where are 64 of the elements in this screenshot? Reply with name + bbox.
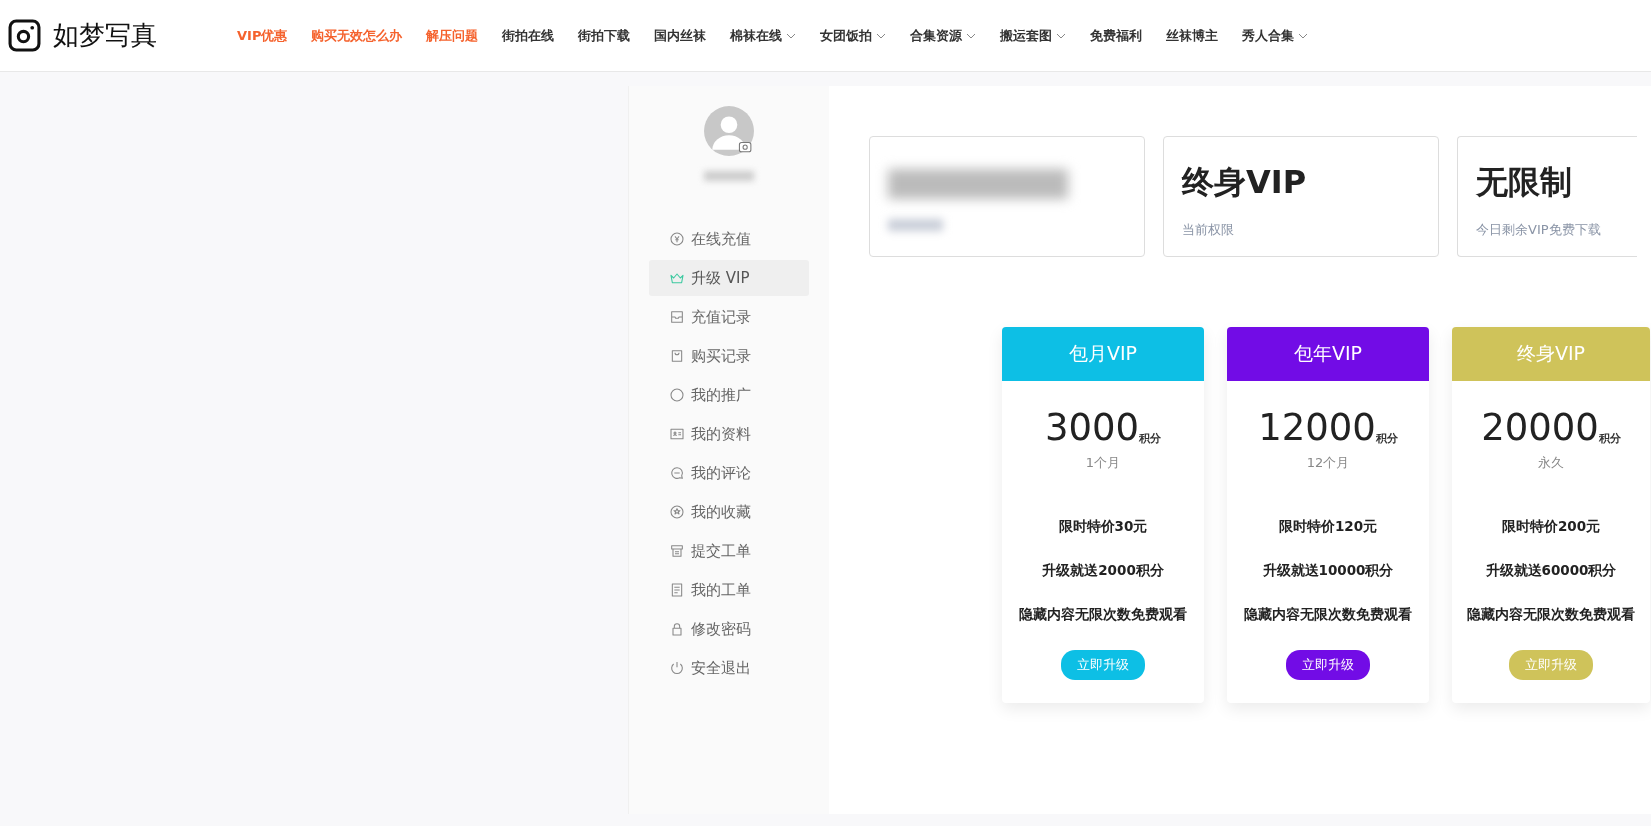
bag-icon (669, 348, 685, 364)
plan-feature: 隐藏内容无限次数免费观看 (1019, 606, 1187, 624)
printer-icon (669, 543, 685, 559)
plan-price: 3000 (1044, 409, 1140, 446)
sidebar-item[interactable]: 我的工单 (649, 572, 809, 608)
nav-link[interactable]: 合集资源 (910, 26, 963, 45)
plan-price: 12000 (1258, 409, 1376, 446)
plan-feature: 限时特价120元 (1278, 518, 1378, 536)
upgrade-button[interactable]: 立即升级 (1286, 650, 1370, 680)
lock-icon (669, 621, 685, 637)
price-unit: 积分 (1375, 432, 1398, 446)
stat-label: 当前权限 (1182, 221, 1235, 239)
nav-link[interactable]: 街拍在线 (502, 26, 555, 45)
sidebar-item[interactable]: 安全退出 (649, 650, 809, 686)
nav-link[interactable]: 解压问题 (426, 26, 479, 45)
sidebar-item[interactable]: 购买记录 (649, 338, 809, 374)
sidebar-item[interactable]: 修改密码 (649, 611, 809, 647)
avatar-icon[interactable] (704, 106, 754, 156)
sidebar-item[interactable]: 我的资料 (649, 416, 809, 452)
nav-link[interactable]: 街拍下载 (578, 26, 631, 45)
sidebar-item[interactable]: 充值记录 (649, 299, 809, 335)
plan-feature: 隐藏内容无限次数免费观看 (1467, 606, 1635, 624)
nav-link[interactable]: 秀人合集 (1242, 26, 1295, 45)
document-icon (669, 582, 685, 598)
plan-feature: 隐藏内容无限次数免费观看 (1244, 606, 1412, 624)
plan-period: 12个月 (1306, 454, 1350, 472)
sidebar-item[interactable]: 我的推广 (649, 377, 809, 413)
plan-title: 包月VIP (1002, 327, 1204, 381)
stat-label: 今日剩余VIP免费下载 (1476, 221, 1602, 239)
plan-feature: 限时特价30元 (1058, 518, 1148, 536)
plan-title: 包年VIP (1227, 327, 1429, 381)
plan-price: 20000 (1481, 409, 1599, 446)
plan-period: 1个月 (1085, 454, 1121, 472)
nav-link[interactable]: 女团饭拍 (820, 26, 873, 45)
nav-link[interactable]: 购买无效怎么办 (311, 26, 403, 45)
plan-feature: 升级就送10000积分 (1262, 562, 1394, 580)
nav-link[interactable]: 丝袜博主 (1166, 26, 1219, 45)
power-icon (669, 660, 685, 676)
camera-logo-icon (8, 19, 41, 52)
sidebar-item[interactable]: 升级 VIP (649, 260, 809, 296)
sidebar-item[interactable]: 我的评论 (649, 455, 809, 491)
price-unit: 积分 (1598, 432, 1621, 446)
plan-period: 永久 (1538, 454, 1564, 472)
plan-feature: 升级就送2000积分 (1042, 562, 1164, 580)
plan-feature: 限时特价200元 (1501, 518, 1601, 536)
sidebar-item[interactable]: 在线充值 (649, 221, 809, 257)
site-name[interactable]: 如梦写真 (53, 18, 157, 53)
plan-title: 终身VIP (1452, 327, 1650, 381)
nav-link[interactable]: 国内丝袜 (654, 26, 707, 45)
blurred-label (888, 219, 943, 231)
yen-coin-icon (669, 231, 685, 247)
nav-link[interactable]: VIP优惠 (237, 26, 288, 45)
plan-feature: 升级就送60000积分 (1485, 562, 1617, 580)
sidebar-item[interactable]: 提交工单 (649, 533, 809, 569)
sidebar-item[interactable]: 我的收藏 (649, 494, 809, 530)
nav-link[interactable]: 免费福利 (1090, 26, 1143, 45)
inbox-icon (669, 309, 685, 325)
stat-value: 无限制 (1476, 162, 1573, 203)
nav-link[interactable]: 搬运套图 (1000, 26, 1053, 45)
chat-bubble-icon (669, 465, 685, 481)
price-unit: 积分 (1139, 432, 1162, 446)
id-card-icon (669, 426, 685, 442)
stat-value: 终身VIP (1182, 162, 1308, 203)
nav-link[interactable]: 棉袜在线 (730, 26, 783, 45)
